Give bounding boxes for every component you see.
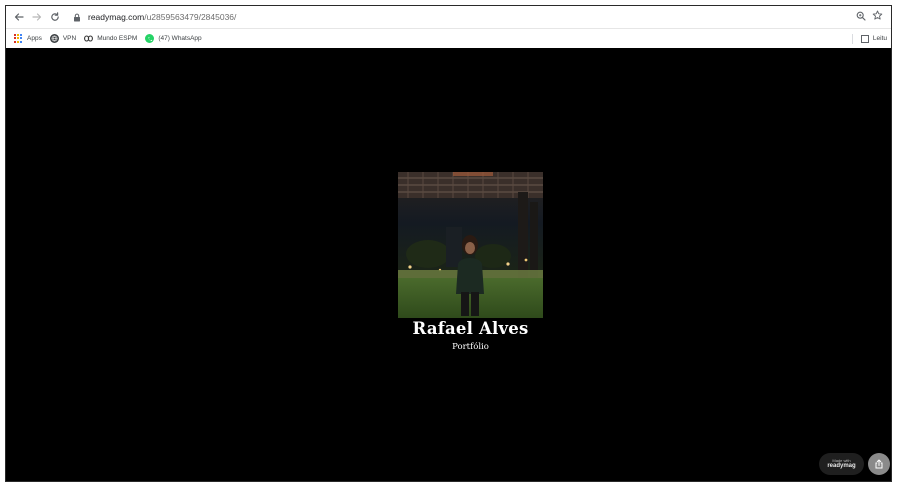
lock-icon [72, 12, 82, 22]
bookmarks-bar: Apps VPN Mundo ESPM (47) WhatsApp Leitu [6, 29, 891, 48]
portrait-photo [398, 172, 543, 318]
url-host: readymag.com [88, 12, 145, 22]
reading-list-label: Leitu [872, 35, 887, 42]
bookmark-mundo-espm[interactable]: Mundo ESPM [84, 34, 137, 43]
reading-list[interactable]: Leitu [851, 33, 887, 44]
arrow-right-icon [32, 13, 42, 21]
bookmark-vpn[interactable]: VPN [49, 34, 77, 43]
mundo-espm-icon [84, 34, 94, 43]
bookmark-apps[interactable]: Apps [14, 34, 42, 43]
url-path: /u2859563479/2845036/ [144, 12, 237, 22]
zoom-icon[interactable] [856, 11, 866, 24]
bookmark-whatsapp[interactable]: (47) WhatsApp [145, 34, 202, 43]
page-content: Rafael Alves Portfólio Made with readyma… [6, 48, 891, 481]
portrait-photo-image [398, 172, 543, 318]
back-button[interactable] [10, 8, 28, 26]
bookmark-label: VPN [62, 35, 77, 42]
bookmark-label: Mundo ESPM [97, 35, 138, 42]
apps-grid-icon [14, 34, 23, 43]
bookmark-label: (47) WhatsApp [158, 35, 202, 42]
address-bar[interactable]: readymag.com/u2859563479/2845036/ [72, 8, 856, 26]
reload-icon [51, 12, 59, 21]
arrow-left-icon [14, 13, 24, 21]
reload-button[interactable] [46, 8, 64, 26]
share-icon [875, 459, 883, 469]
bookmark-star-icon[interactable] [872, 10, 883, 24]
reading-list-icon [860, 34, 869, 43]
globe-icon [49, 34, 59, 43]
browser-window: readymag.com/u2859563479/2845036/ Apps V… [5, 5, 892, 482]
page-title: Rafael Alves [412, 319, 529, 338]
share-button[interactable] [868, 453, 890, 475]
bookmarks-divider [851, 33, 853, 44]
browser-toolbar: readymag.com/u2859563479/2845036/ [6, 6, 891, 29]
made-with-readymag-badge[interactable]: Made with readymag [819, 453, 864, 475]
whatsapp-icon [145, 34, 155, 43]
page-subtitle: Portfólio [452, 342, 489, 352]
bookmark-label: Apps [27, 35, 42, 42]
readymag-brand: readymag [827, 463, 856, 469]
toolbar-actions [856, 10, 891, 24]
forward-button[interactable] [28, 8, 46, 26]
